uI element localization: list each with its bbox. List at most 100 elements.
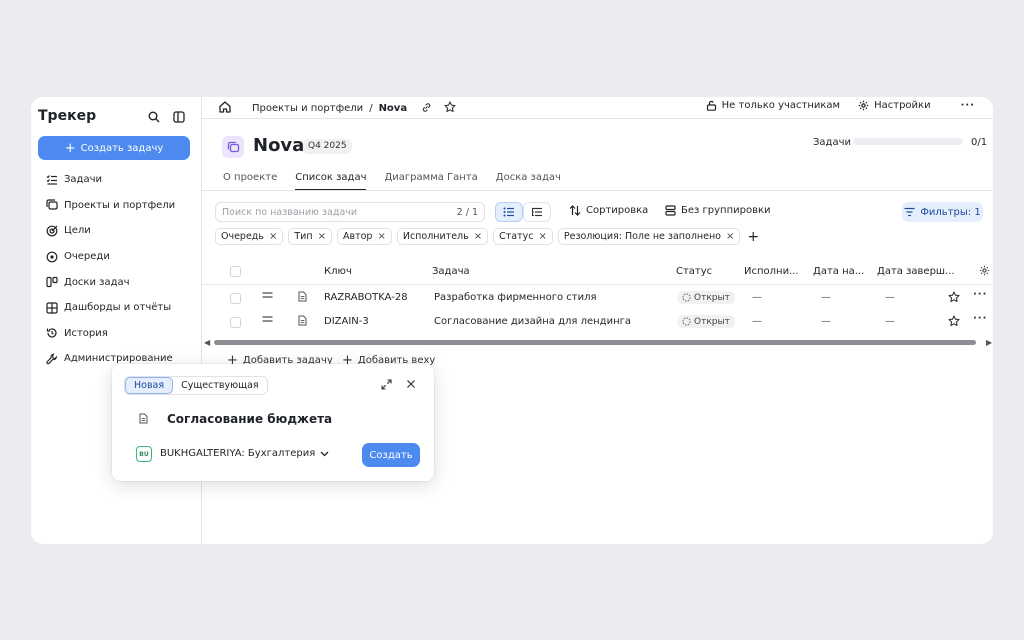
tree-view-button[interactable] bbox=[523, 202, 551, 222]
chip-type[interactable]: Тип × bbox=[288, 228, 332, 245]
scroll-right-icon[interactable]: ▶ bbox=[986, 338, 992, 347]
close-icon[interactable]: × bbox=[318, 231, 326, 242]
row-more-icon[interactable]: ··· bbox=[973, 313, 987, 324]
chevron-down-icon bbox=[320, 451, 329, 456]
close-icon[interactable] bbox=[406, 379, 416, 392]
search-input[interactable]: Поиск по названию задачи 2 / 1 bbox=[215, 202, 485, 222]
start-date-value[interactable]: — bbox=[821, 292, 831, 303]
row-more-icon[interactable]: ··· bbox=[973, 289, 987, 300]
topbar-actions: Не только участникам Настройки ··· bbox=[706, 100, 975, 111]
column-assignee[interactable]: Исполни... bbox=[744, 266, 799, 277]
sidebar-item-goals[interactable]: Цели bbox=[46, 218, 196, 244]
close-icon[interactable]: × bbox=[269, 231, 277, 242]
star-icon[interactable] bbox=[948, 291, 960, 306]
expand-icon[interactable] bbox=[381, 379, 392, 393]
group-icon bbox=[665, 205, 676, 216]
projects-icon bbox=[46, 199, 58, 210]
chip-author[interactable]: Автор × bbox=[336, 228, 392, 245]
star-icon[interactable] bbox=[948, 315, 960, 330]
row-checkbox[interactable] bbox=[230, 293, 241, 304]
tab-task-list[interactable]: Список задач bbox=[295, 172, 367, 191]
add-filter-icon[interactable]: + bbox=[745, 229, 759, 245]
row-checkbox[interactable] bbox=[230, 317, 241, 328]
close-icon[interactable]: × bbox=[538, 231, 546, 242]
sidebar-item-history[interactable]: История bbox=[46, 321, 196, 347]
mode-new[interactable]: Новая bbox=[125, 377, 174, 394]
task-title[interactable]: Согласование дизайна для лендинга bbox=[434, 316, 631, 327]
task-document-icon bbox=[298, 315, 307, 329]
sidebar-item-projects[interactable]: Проекты и портфели bbox=[46, 193, 196, 219]
link-icon[interactable] bbox=[421, 102, 432, 116]
sidebar-item-label: Цели bbox=[64, 225, 91, 237]
tab-gantt[interactable]: Диаграмма Ганта bbox=[384, 172, 477, 191]
end-date-value[interactable]: — bbox=[885, 316, 895, 327]
close-icon[interactable]: × bbox=[474, 231, 482, 242]
create-button[interactable]: Создать bbox=[362, 443, 420, 467]
list-view-button[interactable] bbox=[495, 202, 523, 222]
column-key[interactable]: Ключ bbox=[324, 266, 352, 277]
task-key[interactable]: DIZAIN-3 bbox=[324, 316, 369, 327]
scroll-left-icon[interactable]: ◀ bbox=[204, 338, 210, 347]
task-title[interactable]: Разработка фирменного стиля bbox=[434, 292, 596, 303]
task-key[interactable]: RAZRABOTKA-28 bbox=[324, 292, 408, 303]
tab-board[interactable]: Доска задач bbox=[496, 172, 561, 191]
table-row[interactable]: DIZAIN-3 Согласование дизайна для лендин… bbox=[202, 310, 993, 334]
status-label: Открыт bbox=[694, 316, 730, 327]
breadcrumb-separator: / bbox=[369, 103, 373, 114]
tab-about[interactable]: О проекте bbox=[223, 172, 277, 191]
sidebar-item-dashboards[interactable]: Дашборды и отчёты bbox=[46, 295, 196, 321]
drag-handle-icon[interactable] bbox=[262, 315, 273, 326]
chip-label: Автор bbox=[342, 231, 373, 242]
column-task[interactable]: Задача bbox=[432, 266, 470, 277]
assignee-value[interactable]: — bbox=[752, 316, 762, 327]
sidebar-item-label: История bbox=[64, 327, 108, 339]
mode-existing[interactable]: Существующая bbox=[173, 377, 267, 394]
search-icon[interactable] bbox=[146, 109, 162, 125]
home-icon[interactable] bbox=[218, 100, 232, 117]
search-count: 2 / 1 bbox=[456, 206, 478, 218]
mode-switch: Новая Существующая bbox=[124, 376, 268, 395]
task-document-icon bbox=[298, 291, 307, 305]
select-all-checkbox[interactable] bbox=[230, 266, 241, 277]
sort-button[interactable]: Сортировка bbox=[569, 205, 648, 216]
project-tabs: О проекте Список задач Диаграмма Ганта Д… bbox=[223, 172, 561, 191]
access-button[interactable]: Не только участникам bbox=[706, 100, 840, 111]
sidebar-item-tasks[interactable]: Задачи bbox=[46, 167, 196, 193]
sidebar-toggle-icon[interactable] bbox=[171, 109, 187, 125]
column-start-date[interactable]: Дата на... bbox=[813, 266, 864, 277]
column-end-date[interactable]: Дата заверш... bbox=[877, 266, 955, 277]
breadcrumb-parent[interactable]: Проекты и портфели bbox=[252, 103, 363, 114]
create-task-button[interactable]: + Создать задачу bbox=[38, 136, 190, 160]
status-badge[interactable]: Открыт bbox=[677, 291, 735, 304]
sidebar-item-label: Задачи bbox=[64, 174, 102, 186]
queue-label: BUKHGALTERIYA: Бухгалтерия bbox=[160, 448, 316, 459]
progress-bar bbox=[853, 138, 963, 145]
column-status[interactable]: Статус bbox=[676, 266, 712, 277]
close-icon[interactable]: × bbox=[726, 231, 734, 242]
chip-resolution[interactable]: Резолюция: Поле не заполнено × bbox=[557, 228, 741, 245]
chip-status[interactable]: Статус × bbox=[493, 228, 553, 245]
drag-handle-icon[interactable] bbox=[262, 291, 273, 302]
chip-queue[interactable]: Очередь × bbox=[215, 228, 284, 245]
star-icon[interactable] bbox=[444, 101, 456, 116]
table-row[interactable]: RAZRABOTKA-28 Разработка фирменного стил… bbox=[202, 286, 993, 310]
settings-button[interactable]: Настройки bbox=[858, 100, 931, 111]
close-icon[interactable]: × bbox=[377, 231, 385, 242]
chip-label: Статус bbox=[499, 231, 534, 242]
status-badge[interactable]: Открыт bbox=[677, 315, 735, 328]
assignee-value[interactable]: — bbox=[752, 292, 762, 303]
start-date-value[interactable]: — bbox=[821, 316, 831, 327]
queue-select[interactable]: BUKHGALTERIYA: Бухгалтерия bbox=[160, 448, 329, 459]
sidebar-item-label: Проекты и портфели bbox=[64, 199, 176, 211]
column-settings-icon[interactable] bbox=[979, 265, 990, 279]
chip-assignee[interactable]: Исполнитель × bbox=[396, 228, 489, 245]
more-icon[interactable]: ··· bbox=[961, 100, 975, 111]
group-button[interactable]: Без группировки bbox=[665, 205, 771, 216]
sidebar-item-queues[interactable]: Очереди bbox=[46, 244, 196, 270]
sidebar-item-boards[interactable]: Доски задач bbox=[46, 269, 196, 295]
horizontal-scrollbar[interactable] bbox=[214, 340, 976, 345]
new-task-title-field[interactable]: Согласование бюджета bbox=[167, 412, 332, 426]
end-date-value[interactable]: — bbox=[885, 292, 895, 303]
filters-button[interactable]: Фильтры: 1 bbox=[902, 202, 983, 222]
dashboards-icon bbox=[46, 302, 58, 314]
